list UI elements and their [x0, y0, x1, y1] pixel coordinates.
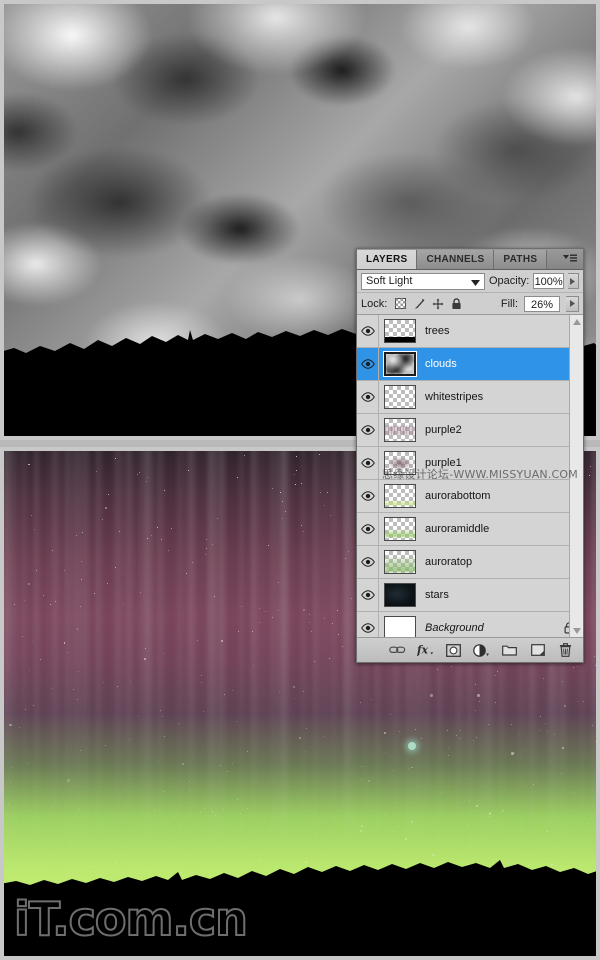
- layer-style-fx-icon[interactable]: fx: [417, 642, 434, 659]
- layers-panel[interactable]: LAYERS CHANNELS PATHS Soft Light Opacity…: [356, 248, 584, 663]
- layer-row-whitestripes[interactable]: whitestripes: [357, 381, 583, 414]
- layer-thumbnail-whitestripes[interactable]: [384, 385, 416, 409]
- fill-input[interactable]: 26%: [524, 295, 560, 312]
- layer-visibility-toggle-stars[interactable]: [357, 579, 379, 611]
- thumbnail-content: [385, 557, 415, 572]
- layer-name-label: purple1: [425, 457, 462, 469]
- fill-stepper[interactable]: [566, 295, 579, 312]
- layer-name-label: clouds: [425, 358, 457, 370]
- layer-visibility-toggle-clouds[interactable]: [357, 348, 379, 380]
- layer-thumbnail-background[interactable]: [384, 616, 416, 637]
- scroll-up-arrow-icon[interactable]: [572, 315, 581, 328]
- blend-mode-value: Soft Light: [366, 275, 413, 287]
- layer-row-clouds[interactable]: clouds: [357, 348, 583, 381]
- add-layer-mask-icon[interactable]: [445, 642, 462, 659]
- layers-panel-footer: fx: [357, 637, 583, 662]
- layer-name-label: auroratop: [425, 556, 473, 568]
- svg-text:fx: fx: [417, 644, 429, 657]
- layer-list-scrollbar[interactable]: [569, 315, 583, 637]
- fill-label: Fill:: [500, 297, 518, 310]
- link-layers-icon[interactable]: [389, 642, 406, 659]
- lock-all-icon[interactable]: [451, 297, 462, 310]
- canvas-stage: iT.com.cn LAYERS CHANNELS PATHS Soft Lig…: [0, 0, 600, 960]
- layer-thumbnail-auroramiddle[interactable]: [384, 517, 416, 541]
- layer-row-stars[interactable]: stars: [357, 579, 583, 612]
- tab-layers[interactable]: LAYERS: [357, 250, 418, 269]
- opacity-stepper[interactable]: [567, 273, 579, 289]
- layer-row-auroramiddle[interactable]: auroramiddle: [357, 513, 583, 546]
- layer-thumbnail-auroratop[interactable]: [384, 550, 416, 574]
- new-layer-icon[interactable]: [529, 642, 546, 659]
- layer-row-background[interactable]: Background: [357, 612, 583, 637]
- new-adjustment-layer-icon[interactable]: [473, 642, 490, 659]
- lock-label: Lock:: [361, 297, 388, 310]
- layer-list[interactable]: trees clouds whitestripes purple2 purple1 aur…: [357, 315, 583, 637]
- layer-thumbnail-purple2[interactable]: [384, 418, 416, 442]
- opacity-input[interactable]: 100%: [533, 273, 564, 289]
- thumbnail-content: [385, 426, 415, 436]
- layer-name-label: trees: [425, 325, 450, 337]
- layer-visibility-toggle-purple2[interactable]: [357, 414, 379, 446]
- layer-thumbnail-clouds[interactable]: [383, 351, 417, 377]
- panel-menu-icon[interactable]: [562, 253, 578, 265]
- layer-visibility-toggle-auroratop[interactable]: [357, 546, 379, 578]
- layer-name-label: stars: [425, 589, 449, 601]
- layer-name-label: auroramiddle: [425, 523, 490, 535]
- layer-visibility-toggle-auroramiddle[interactable]: [357, 513, 379, 545]
- layer-thumbnail-stars[interactable]: [384, 583, 416, 607]
- opacity-label: Opacity:: [489, 275, 530, 287]
- layer-row-trees[interactable]: trees: [357, 315, 583, 348]
- thumbnail-content: [385, 500, 415, 505]
- tab-paths[interactable]: PATHS: [494, 250, 548, 269]
- thumbnail-content: [385, 529, 415, 537]
- scrollbar-track[interactable]: [570, 328, 583, 624]
- layer-visibility-toggle-background[interactable]: [357, 612, 379, 637]
- layer-row-purple1[interactable]: purple1: [357, 447, 583, 480]
- lock-transparent-pixels-icon[interactable]: [395, 298, 407, 309]
- blend-mode-row: Soft Light Opacity: 100%: [357, 270, 583, 293]
- thumbnail-content: [385, 337, 415, 342]
- lock-row: Lock: Fill: 26%: [357, 293, 583, 315]
- chevron-down-icon: [471, 279, 480, 286]
- layer-name-label: Background: [425, 622, 484, 634]
- layer-visibility-toggle-aurorabottom[interactable]: [357, 480, 379, 512]
- thumbnail-content: [385, 584, 415, 606]
- layer-list-wrapper: trees clouds whitestripes purple2 purple1 aur…: [357, 315, 583, 637]
- layer-name-label: purple2: [425, 424, 462, 436]
- tab-channels[interactable]: CHANNELS: [417, 250, 495, 269]
- layer-visibility-toggle-trees[interactable]: [357, 315, 379, 347]
- layer-visibility-toggle-whitestripes[interactable]: [357, 381, 379, 413]
- lock-position-icon[interactable]: [432, 298, 444, 310]
- thumbnail-content: [386, 457, 414, 470]
- panel-tab-strip: LAYERS CHANNELS PATHS: [357, 249, 583, 270]
- layer-row-auroratop[interactable]: auroratop: [357, 546, 583, 579]
- layer-row-purple2[interactable]: purple2: [357, 414, 583, 447]
- lock-icon-group: [395, 297, 462, 310]
- thumbnail-content: [386, 354, 414, 374]
- new-group-icon[interactable]: [501, 642, 518, 659]
- layer-thumbnail-aurorabottom[interactable]: [384, 484, 416, 508]
- blend-mode-select[interactable]: Soft Light: [361, 272, 485, 290]
- delete-layer-icon[interactable]: [557, 642, 574, 659]
- layer-thumbnail-purple1[interactable]: [384, 451, 416, 475]
- scroll-down-arrow-icon[interactable]: [572, 624, 581, 637]
- thumbnail-content: [385, 617, 415, 637]
- layer-row-aurorabottom[interactable]: aurorabottom: [357, 480, 583, 513]
- layer-name-label: aurorabottom: [425, 490, 491, 502]
- layer-name-label: whitestripes: [425, 391, 484, 403]
- layer-visibility-toggle-purple1[interactable]: [357, 447, 379, 479]
- watermark-itcomcn: iT.com.cn: [13, 891, 249, 947]
- lock-image-pixels-icon[interactable]: [413, 298, 425, 310]
- layer-thumbnail-trees[interactable]: [384, 319, 416, 343]
